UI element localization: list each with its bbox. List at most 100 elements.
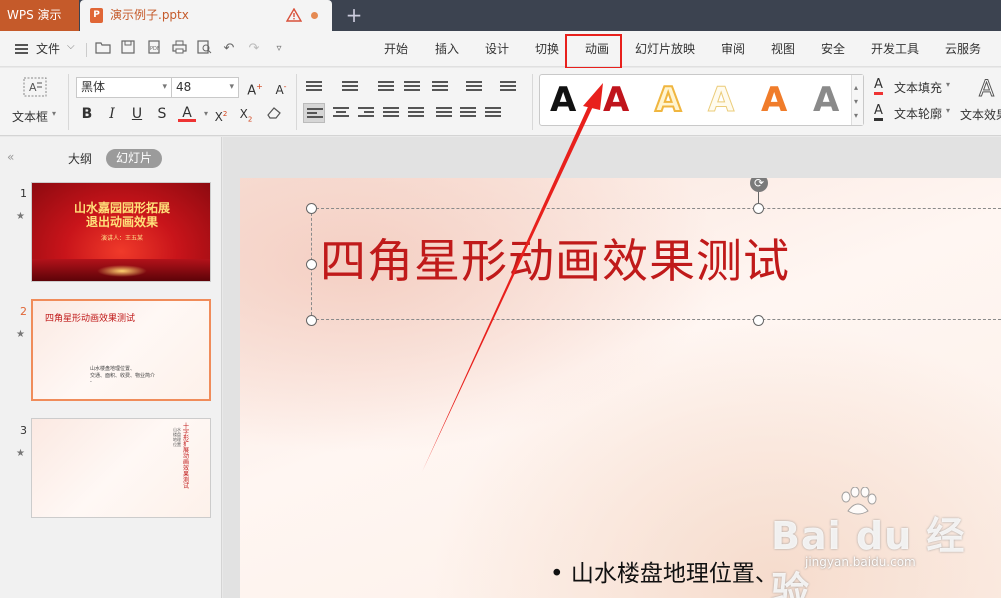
rotate-handle-icon[interactable]: ⟳ <box>750 178 768 192</box>
justify-icon[interactable] <box>383 107 399 119</box>
bold-icon[interactable]: B <box>78 105 96 123</box>
strikethrough-icon[interactable]: S <box>153 105 171 123</box>
textbox-button[interactable]: A 文本框 ▾ <box>10 74 60 130</box>
divider <box>86 43 87 57</box>
tab-outline[interactable]: 大纲 <box>68 150 92 167</box>
align-left-button[interactable] <box>303 103 325 123</box>
font-name-select[interactable]: 黑体 ▾ <box>76 77 172 98</box>
tab-design[interactable]: 设计 <box>485 41 509 57</box>
print-preview-icon[interactable] <box>195 40 213 58</box>
font-size-value: 48 <box>176 80 192 94</box>
italic-icon[interactable]: I <box>103 105 121 123</box>
watermark-url: jingyan.baidu.com <box>805 555 916 569</box>
slide-number: 3 <box>20 424 27 437</box>
resize-handle[interactable] <box>306 203 317 214</box>
paragraph-spacing-icon[interactable] <box>460 107 476 119</box>
align-right-icon[interactable] <box>358 107 374 119</box>
resize-handle[interactable] <box>306 315 317 326</box>
tab-review[interactable]: 审阅 <box>721 41 745 57</box>
text-direction-icon[interactable] <box>432 81 448 93</box>
font-size-select[interactable]: 48 ▾ <box>171 77 239 98</box>
save-icon[interactable] <box>119 40 137 58</box>
align-text-icon[interactable] <box>466 81 482 93</box>
text-outline-icon: A <box>874 104 883 121</box>
slide-thumbnail-2[interactable]: 四角星形动画效果测试 山水楼盘地理位置、 交通、面积、收费、物业简介 - <box>31 299 211 401</box>
tab-security[interactable]: 安全 <box>821 41 845 57</box>
text-effects-button[interactable]: A 文本效果 <box>960 74 1001 130</box>
resize-handle[interactable] <box>753 315 764 326</box>
tab-home[interactable]: 开始 <box>384 41 408 57</box>
bullet-list-icon[interactable] <box>306 81 322 93</box>
decrease-font-size-icon[interactable]: A- <box>272 78 290 97</box>
distributed-align-icon[interactable] <box>408 107 424 119</box>
wordart-style-orange[interactable]: A <box>761 81 787 119</box>
text-outline-button[interactable]: A 文本轮廓 ▾ <box>874 104 959 122</box>
increase-font-size-icon[interactable]: A+ <box>246 78 264 98</box>
wordart-style-light-outline[interactable]: A <box>707 81 734 120</box>
svg-text:PDF: PDF <box>150 46 160 52</box>
underline-icon[interactable]: U <box>128 105 146 123</box>
menu-bar: 文件 ⌵ PDF ↶ ↷ ▿ 开始 插入 设计 切换 动画 幻灯片放映 审阅 视… <box>0 31 1001 67</box>
divider <box>296 74 297 130</box>
slide-title[interactable]: 四角星形动画效果测试 <box>320 230 790 292</box>
subscript-icon[interactable]: X2 <box>237 105 255 123</box>
text-outline-label: 文本轮廓 <box>894 107 943 121</box>
eraser-icon[interactable] <box>265 105 283 123</box>
tab-view[interactable]: 视图 <box>771 41 795 57</box>
slide-bullet[interactable]: • 山水楼盘地理位置、 <box>550 559 778 589</box>
collapse-panel-icon[interactable]: « <box>7 150 14 164</box>
undo-icon[interactable]: ↶ <box>220 40 238 58</box>
tab-slideshow[interactable]: 幻灯片放映 <box>635 41 695 57</box>
thumb-bullet: - <box>90 379 92 385</box>
document-tab[interactable]: P 演示例子.pptx <box>80 0 332 31</box>
superscript-icon[interactable]: X2 <box>212 105 230 124</box>
customize-quick-access-icon[interactable]: ▿ <box>270 40 288 58</box>
redo-icon[interactable]: ↷ <box>245 40 263 58</box>
line-spacing-icon[interactable] <box>436 107 452 119</box>
tab-cloud-services[interactable]: 云服务 <box>945 41 981 57</box>
app-tab[interactable]: WPS 演示 <box>0 0 79 31</box>
numbered-list-icon[interactable] <box>342 81 358 93</box>
increase-indent-icon[interactable] <box>404 81 420 93</box>
wordart-style-red[interactable]: A <box>603 81 629 119</box>
hamburger-icon[interactable] <box>15 44 28 54</box>
text-effects-icon: A <box>978 77 995 103</box>
resize-handle[interactable] <box>753 203 764 214</box>
thumb-bullet: 山水楼盘地理位置、 <box>90 366 136 372</box>
slide-thumbnail-3[interactable]: 山水楼盘地理位置 十字形扩展动画效果测试 <box>31 418 211 518</box>
wordart-style-gray[interactable]: A <box>813 81 839 119</box>
tab-slides[interactable]: 幻灯片 <box>106 149 162 168</box>
svg-text:A: A <box>29 81 37 94</box>
gallery-more-button[interactable]: ▴ ▾ ▾ <box>851 75 863 125</box>
text-effects-label: 文本效果 <box>960 108 1001 122</box>
print-icon[interactable] <box>170 40 188 58</box>
resize-handle[interactable] <box>306 259 317 270</box>
thumb-vertical-title: 十字形扩展动画效果测试 <box>183 423 190 490</box>
animation-star-icon[interactable]: ★ <box>16 448 25 459</box>
text-fill-button[interactable]: A 文本填充 ▾ <box>874 78 959 96</box>
wordart-style-black[interactable]: A <box>550 81 576 119</box>
paragraph-settings-icon[interactable] <box>485 107 501 119</box>
column-icon[interactable] <box>500 81 516 93</box>
tab-insert[interactable]: 插入 <box>435 41 459 57</box>
open-folder-icon[interactable] <box>94 40 112 58</box>
chevron-down-icon[interactable]: ⌵ <box>67 41 75 52</box>
wordart-style-gallery[interactable]: A A A A A A ▴ ▾ ▾ <box>539 74 864 126</box>
slide-thumbnail-panel: « 大纲 幻灯片 1 ★ 山水嘉园园形拓展退出动画效果 演讲人：王五某 2 ★ … <box>0 137 222 598</box>
file-menu[interactable]: 文件 <box>36 40 60 58</box>
new-tab-plus-icon[interactable]: + <box>343 4 365 26</box>
align-center-icon[interactable] <box>333 107 349 119</box>
slide-thumbnail-1[interactable]: 山水嘉园园形拓展退出动画效果 演讲人：王五某 <box>31 182 211 282</box>
animation-star-icon[interactable]: ★ <box>16 329 25 340</box>
divider <box>532 74 533 130</box>
animation-star-icon[interactable]: ★ <box>16 211 25 222</box>
chevron-down-icon: ▾ <box>854 97 859 106</box>
tab-developer[interactable]: 开发工具 <box>871 41 919 57</box>
tab-transition[interactable]: 切换 <box>535 41 559 57</box>
chevron-down-icon: ▾ <box>162 82 167 92</box>
font-color-icon[interactable]: A <box>178 105 196 122</box>
wordart-style-gold-outline[interactable]: A <box>654 80 682 120</box>
decrease-indent-icon[interactable] <box>378 81 394 93</box>
export-pdf-icon[interactable]: PDF <box>145 40 163 58</box>
wps-presentation-window: WPS 演示 P 演示例子.pptx + 文件 ⌵ PDF ↶ ↷ ▿ 开始 插… <box>0 0 1001 598</box>
